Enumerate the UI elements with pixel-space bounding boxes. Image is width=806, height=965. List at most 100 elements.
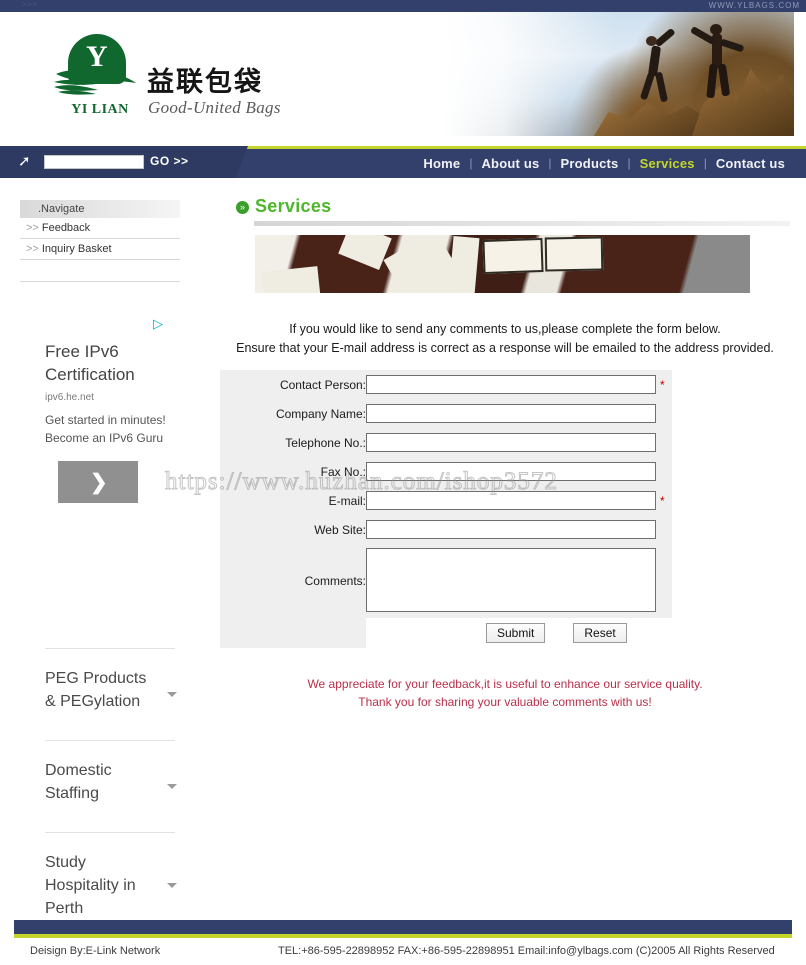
email-input[interactable] (366, 491, 656, 510)
hero-book-a (482, 237, 544, 275)
telephone-input[interactable] (366, 433, 656, 452)
field-fax-cell (366, 457, 672, 486)
required-marker: * (660, 377, 665, 392)
hero-sheet-d (448, 235, 480, 293)
label-contact-person: Contact Person: (220, 370, 366, 399)
footer-contact-info: TEL:+86-595-22898952 FAX:+86-595-2289895… (278, 945, 775, 957)
sidebar-item-feedback[interactable]: >> Feedback (20, 218, 180, 239)
climber-right-head (710, 24, 722, 35)
nav-item-contact-us[interactable]: Contact us (707, 156, 794, 171)
label-company-name: Company Name: (220, 399, 366, 428)
brand-name-chinese: 益联包袋 (147, 67, 263, 98)
climber-left-leg-b (654, 71, 669, 103)
page-title-icon: » (236, 201, 249, 214)
ad-list-item-label: Study Hospitality in Perth (45, 854, 136, 917)
reset-button[interactable]: Reset (573, 623, 627, 643)
form-intro-line-2: Ensure that your E-mail address is corre… (236, 341, 774, 355)
footer-navy-bar (14, 920, 792, 934)
ad-choices-icon[interactable]: ▷ (153, 317, 165, 330)
required-marker: * (660, 493, 665, 508)
search-go-button[interactable]: GO >> (150, 154, 189, 168)
site-header: Y YI LIAN 益联包袋 Good-United Bags + + + + … (12, 12, 794, 136)
nav-item-home[interactable]: Home (414, 156, 469, 171)
chevron-right-icon: >> (26, 222, 39, 234)
nav-item-products[interactable]: Products (552, 156, 628, 171)
thank-you-note: We appreciate for your feedback,it is us… (220, 675, 790, 711)
sidebar-title: .Navigate (20, 200, 180, 218)
sidebar-advertisement: ▷ Free IPv6 Certification ipv6.he.net Ge… (45, 317, 195, 503)
form-intro-line-1: If you would like to send any comments t… (289, 322, 721, 336)
fax-input[interactable] (366, 462, 656, 481)
form-intro: If you would like to send any comments t… (220, 320, 790, 358)
form-row-company-name: Company Name: (220, 399, 672, 428)
feedback-form: Contact Person: * Company Name: Telephon… (220, 370, 672, 648)
climber-right-arm-b (719, 38, 745, 53)
company-name-input[interactable] (366, 404, 656, 423)
site-url-watermark: WWW.YLBAGS.COM (708, 1, 800, 10)
logo-bird-svg (54, 69, 136, 95)
form-row-telephone: Telephone No.: (220, 428, 672, 457)
sidebar-item-inquiry-basket[interactable]: >> Inquiry Basket (20, 239, 180, 260)
chevron-down-icon (167, 691, 177, 697)
field-website-cell (366, 515, 672, 544)
sidebar-spacer (20, 260, 180, 282)
company-logo: Y YI LIAN (50, 32, 142, 124)
header-banner-photo (444, 12, 794, 136)
label-comments: Comments: (220, 544, 366, 618)
logo-bird-shape (52, 68, 140, 95)
form-row-fax: Fax No.: (220, 457, 672, 486)
chevron-down-icon (167, 783, 177, 789)
label-fax: Fax No.: (220, 457, 366, 486)
ad-description: Get started in minutes! Become an IPv6 G… (45, 413, 166, 445)
contact-person-input[interactable] (366, 375, 656, 394)
navbar-lime-accent (236, 146, 806, 149)
nav-item-services[interactable]: Services (631, 156, 704, 171)
search-input[interactable] (44, 155, 144, 169)
comments-textarea[interactable] (366, 547, 656, 612)
submit-button[interactable]: Submit (486, 623, 546, 643)
search-arrow-icon: ➚ (18, 153, 31, 170)
ad-title[interactable]: Free IPv6 Certification (45, 340, 195, 386)
field-comments-cell (366, 544, 672, 618)
page-root: >>> WWW.YLBAGS.COM Y YI LIAN 益联包袋 Good-U… (0, 0, 806, 965)
field-telephone-cell (366, 428, 672, 457)
logo-wordmark: YI LIAN (71, 102, 129, 117)
climber-left-head (646, 36, 657, 46)
website-input[interactable] (366, 520, 656, 539)
chevron-right-icon: >> (26, 243, 39, 255)
thank-you-line-2: Thank you for sharing your valuable comm… (358, 695, 652, 709)
sidebar: .Navigate >> Feedback >> Inquiry Basket (20, 200, 200, 282)
field-contact-person-cell: * (366, 370, 672, 399)
label-website: Web Site: (220, 515, 366, 544)
thank-you-line-1: We appreciate for your feedback,it is us… (307, 677, 703, 691)
ad-url: ipv6.he.net (45, 392, 94, 403)
page-header: » Services (220, 195, 790, 226)
form-row-contact-person: Contact Person: * (220, 370, 672, 399)
label-telephone: Telephone No.: (220, 428, 366, 457)
chevron-down-icon (167, 882, 177, 888)
nav-item-about-us[interactable]: About us (472, 156, 548, 171)
label-email: E-mail: (220, 486, 366, 515)
ad-list-item[interactable]: PEG Products & PEGylation (45, 648, 177, 740)
feedback-form-wrapper: Contact Person: * Company Name: Telephon… (220, 370, 790, 648)
hero-book-b (544, 236, 604, 272)
main-content: » Services If you would like to send any… (220, 195, 790, 709)
ad-cta-button[interactable] (58, 461, 138, 503)
main-menu: Home | About us | Products | Services | … (414, 151, 794, 175)
sidebar-ad-list: PEG Products & PEGylation Domestic Staff… (45, 648, 177, 938)
form-row-email: E-mail: * (220, 486, 672, 515)
climber-left-arm (654, 27, 676, 48)
top-strip-left-text: >>> (22, 0, 38, 9)
navigation-bar: ➚ GO >> Home | About us | Products | Ser… (0, 146, 806, 178)
buttons-label-spacer (220, 618, 366, 648)
footer-lime-accent (14, 934, 792, 938)
form-row-website: Web Site: (220, 515, 672, 544)
hero-sheet-a (261, 266, 321, 293)
form-buttons-cell: Submit Reset (366, 618, 672, 648)
sidebar-item-label: Inquiry Basket (41, 243, 112, 255)
ad-list-item-label: Domestic Staffing (45, 762, 112, 802)
page-title: Services (255, 196, 332, 216)
ad-list-item[interactable]: Domestic Staffing (45, 740, 177, 832)
brand-name-english: Good-United Bags (148, 98, 281, 117)
top-strip: >>> WWW.YLBAGS.COM (0, 0, 806, 12)
